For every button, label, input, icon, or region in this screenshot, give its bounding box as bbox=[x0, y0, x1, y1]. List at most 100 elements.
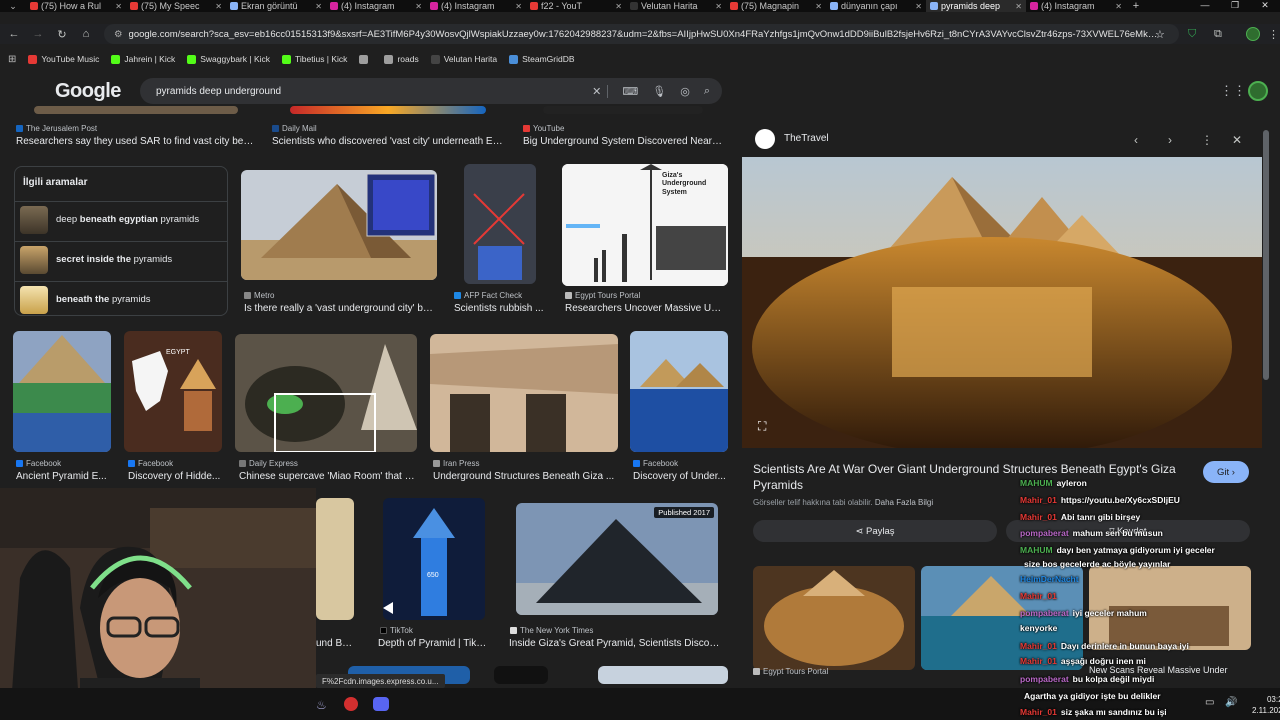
more-info-link[interactable]: Daha Fazla Bilgi bbox=[875, 498, 933, 507]
browser-tab[interactable]: Velutan Harita ✕ bbox=[626, 0, 726, 12]
result-caption[interactable]: Ancient Pyramid E... bbox=[16, 471, 111, 482]
clear-icon[interactable]: ✕ bbox=[592, 84, 609, 98]
forward-button[interactable]: → bbox=[26, 28, 50, 40]
new-tab-button[interactable]: + bbox=[1126, 0, 1146, 12]
site-info-icon[interactable]: ⚙ bbox=[114, 29, 123, 40]
related-search-item[interactable]: secret inside the pyramids bbox=[15, 241, 227, 277]
result-caption[interactable]: Inside Giza's Great Pyramid, Scientists … bbox=[509, 638, 723, 649]
browser-tab[interactable]: f22 - YouT ✕ bbox=[526, 0, 626, 12]
result-caption[interactable]: und Bur... bbox=[316, 638, 356, 649]
result-caption[interactable]: Big Underground System Discovered Near t… bbox=[523, 136, 723, 147]
related-search-item[interactable]: deep beneath egyptian pyramids bbox=[15, 201, 227, 237]
previous-image-icon[interactable]: ‹ bbox=[1134, 133, 1138, 147]
account-avatar[interactable] bbox=[1248, 81, 1268, 101]
result-caption[interactable]: Chinese supercave 'Miao Room' that c... bbox=[239, 471, 417, 482]
tab-close-icon[interactable]: ✕ bbox=[515, 2, 522, 11]
lens-search-icon[interactable]: ⛶ bbox=[758, 419, 766, 434]
browser-tab[interactable]: (75) My Speec ✕ bbox=[126, 0, 226, 12]
preview-image[interactable] bbox=[742, 157, 1262, 448]
tab-close-icon[interactable]: ✕ bbox=[315, 2, 322, 11]
browser-tab[interactable]: dünyanın çapı ✕ bbox=[826, 0, 926, 12]
result-image[interactable] bbox=[13, 331, 111, 452]
related-image[interactable] bbox=[753, 566, 915, 670]
result-image[interactable] bbox=[494, 666, 548, 684]
tab-close-icon[interactable]: ✕ bbox=[415, 2, 422, 11]
result-image[interactable] bbox=[235, 334, 417, 452]
browser-tab[interactable]: (4) Instagram ✕ bbox=[326, 0, 426, 12]
bookmark-item[interactable]: Velutan Harita bbox=[430, 54, 497, 64]
share-button[interactable]: ⋖ Paylaş bbox=[753, 520, 997, 542]
extension-shield-icon[interactable]: ⛉ bbox=[1188, 24, 1196, 44]
tab-search-button[interactable]: ⌄ bbox=[0, 1, 26, 12]
browser-tab[interactable]: (4) Instagram ✕ bbox=[426, 0, 526, 12]
bookmark-item[interactable] bbox=[359, 54, 372, 64]
browser-tab[interactable]: pyramids deep ✕ bbox=[926, 0, 1026, 12]
result-caption[interactable]: Depth of Pyramid | TikTok bbox=[378, 638, 488, 649]
steam-icon[interactable]: ♨ bbox=[316, 698, 327, 712]
result-image[interactable] bbox=[543, 106, 703, 114]
bookmark-item[interactable]: Swaggybark | Kick bbox=[187, 54, 270, 64]
result-caption[interactable]: Researchers Uncover Massive Un... bbox=[565, 303, 725, 314]
keyboard-icon[interactable]: ⌨ bbox=[622, 85, 638, 98]
result-image[interactable]: Published 2017 bbox=[516, 503, 718, 615]
tab-close-icon[interactable]: ✕ bbox=[715, 2, 722, 11]
bookmark-item[interactable]: roads bbox=[384, 54, 419, 64]
result-image[interactable] bbox=[316, 498, 354, 620]
panel-scrollbar[interactable] bbox=[1263, 130, 1269, 380]
back-button[interactable]: ← bbox=[2, 28, 26, 40]
volume-icon[interactable]: 🔊 bbox=[1225, 697, 1237, 708]
maximize-button[interactable]: ❐ bbox=[1220, 0, 1250, 12]
result-image[interactable] bbox=[464, 164, 536, 284]
bookmark-item[interactable]: YouTube Music bbox=[28, 54, 99, 64]
result-image[interactable] bbox=[241, 170, 437, 280]
tab-close-icon[interactable]: ✕ bbox=[1015, 2, 1022, 11]
tab-close-icon[interactable]: ✕ bbox=[1115, 2, 1122, 11]
bookmark-item[interactable]: Tibetius | Kick bbox=[282, 54, 347, 64]
result-image[interactable]: Giza's Underground System bbox=[562, 164, 728, 286]
result-caption[interactable]: Discovery of Under... bbox=[633, 471, 728, 482]
browser-tab[interactable]: Ekran görüntü ✕ bbox=[226, 0, 326, 12]
result-caption[interactable]: Researchers say they used SAR to find va… bbox=[16, 136, 256, 147]
minimize-button[interactable]: — bbox=[1190, 0, 1220, 12]
next-image-icon[interactable]: › bbox=[1168, 133, 1172, 147]
browser-menu-icon[interactable]: ⋮ bbox=[1268, 24, 1279, 44]
extensions-puzzle-icon[interactable]: ⧉ bbox=[1214, 24, 1222, 44]
result-caption[interactable]: Discovery of Hidde... bbox=[128, 471, 222, 482]
home-button[interactable]: ⌂ bbox=[74, 28, 98, 40]
apps-grid-icon[interactable]: ⊞ bbox=[8, 54, 16, 65]
browser-tab[interactable]: (75) Magnapin ✕ bbox=[726, 0, 826, 12]
address-bar[interactable]: ⚙ google.com/search?sca_esv=eb16cc015153… bbox=[104, 24, 1179, 44]
search-input[interactable]: pyramids deep underground ✕ ⌨ 🎙 ◎ ⌕ bbox=[140, 78, 722, 104]
result-image[interactable]: 650 bbox=[383, 498, 485, 620]
browser-tab[interactable]: (4) Instagram ✕ bbox=[1026, 0, 1126, 12]
result-caption[interactable]: Scientists who discovered 'vast city' un… bbox=[272, 136, 504, 147]
result-caption[interactable]: Is there really a 'vast underground city… bbox=[244, 303, 436, 314]
result-image[interactable]: EGYPT bbox=[124, 331, 222, 452]
tab-close-icon[interactable]: ✕ bbox=[815, 2, 822, 11]
result-caption[interactable]: Scientists rubbish ... bbox=[454, 303, 549, 314]
result-image[interactable] bbox=[430, 334, 618, 452]
system-clock[interactable]: 03:2 2.11.202 bbox=[1252, 694, 1280, 716]
panel-title[interactable]: Scientists Are At War Over Giant Undergr… bbox=[753, 461, 1193, 493]
lens-icon[interactable]: ◎ bbox=[680, 85, 690, 98]
close-panel-icon[interactable]: ✕ bbox=[1232, 133, 1242, 147]
result-image[interactable] bbox=[290, 106, 486, 114]
browser-tab[interactable]: (75) How a Rul ✕ bbox=[26, 0, 126, 12]
close-window-button[interactable]: ✕ bbox=[1250, 0, 1280, 12]
tab-close-icon[interactable]: ✕ bbox=[915, 2, 922, 11]
microphone-icon[interactable]: 🎙 bbox=[652, 85, 666, 98]
panel-site-name[interactable]: TheTravel bbox=[784, 133, 829, 144]
profile-avatar[interactable] bbox=[1246, 24, 1260, 44]
taskbar-app-icon[interactable] bbox=[344, 697, 358, 711]
bookmark-star-icon[interactable]: ☆ bbox=[1155, 24, 1165, 44]
result-caption[interactable]: Underground Structures Beneath Giza ... bbox=[433, 471, 616, 482]
tab-close-icon[interactable]: ✕ bbox=[615, 2, 622, 11]
related-search-item[interactable]: beneath the pyramids bbox=[15, 281, 227, 317]
tab-close-icon[interactable]: ✕ bbox=[215, 2, 222, 11]
bookmark-item[interactable]: Jahrein | Kick bbox=[111, 54, 175, 64]
result-image[interactable] bbox=[598, 666, 728, 684]
visit-button[interactable]: Git › bbox=[1203, 461, 1249, 483]
discord-icon[interactable] bbox=[373, 697, 389, 711]
tab-close-icon[interactable]: ✕ bbox=[115, 2, 122, 11]
reload-button[interactable]: ↻ bbox=[50, 28, 74, 41]
